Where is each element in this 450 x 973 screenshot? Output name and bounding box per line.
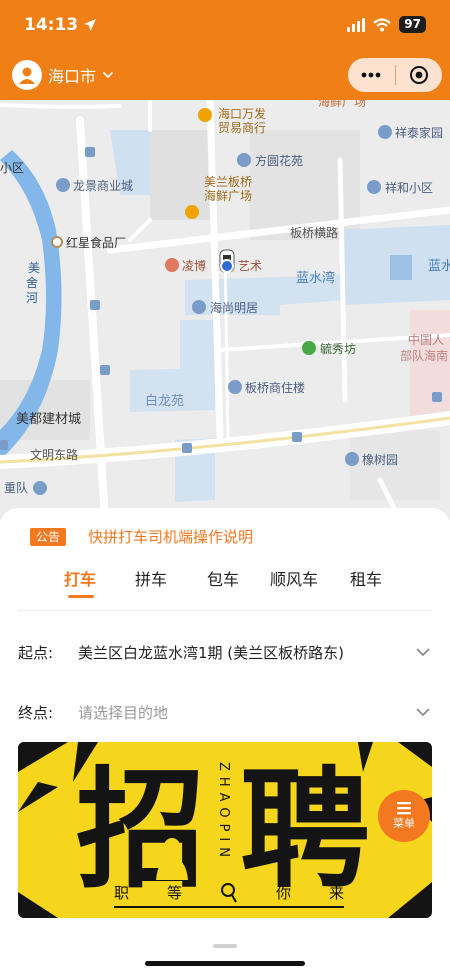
slogan-char: 职 (114, 884, 130, 902)
menu-label[interactable]: 菜单 (393, 815, 415, 831)
menu-lines-icon[interactable] (396, 801, 412, 815)
more-button[interactable] (348, 58, 395, 92)
end-label: 终点: (18, 703, 54, 722)
map-label: 蓝水湾 (296, 270, 335, 286)
app-header: 14:13 97 海口市 (0, 0, 450, 100)
map-label: 板桥商住楼 (245, 380, 305, 395)
announcement-text[interactable]: 快拼打车司机端操作说明 (88, 526, 253, 547)
map-view[interactable]: 海鲜广场 祥泰家园 海口万发 贸易商行 小区 方圆花苑 龙景商业城 祥和小区 美… (0, 100, 450, 520)
tab-taxi[interactable]: 打车 (64, 566, 96, 590)
map-label: 贸易商行 (218, 120, 266, 135)
map-label: 海尚明居 (210, 300, 258, 315)
target-close-icon[interactable] (409, 65, 429, 85)
slogan-char: 你 (275, 884, 291, 902)
slogan-char: 等 (167, 884, 183, 902)
map-canvas[interactable]: 海鲜广场 祥泰家园 海口万发 贸易商行 小区 方圆花苑 龙景商业城 祥和小区 美… (0, 100, 450, 520)
tab-carpool[interactable]: 拼车 (135, 566, 167, 590)
user-avatar-icon[interactable] (12, 60, 42, 90)
map-label: 板桥横路 (290, 225, 338, 240)
map-label: 文明东路 (30, 447, 78, 462)
map-label: 毓秀坊 (320, 341, 356, 356)
tabs-divider (18, 610, 432, 611)
map-label: 美都建材城 (16, 412, 81, 427)
person-silhouette-icon (156, 838, 188, 880)
status-indicators: 97 (347, 16, 426, 33)
active-tab-indicator (68, 595, 94, 598)
recruitment-banner[interactable]: 招 聘 ZHAOPIN 职 等 你 来 菜单 (18, 742, 432, 918)
tab-ride-share[interactable]: 顺风车 (270, 566, 318, 590)
banner-slogan: 职 等 你 来 (114, 882, 344, 908)
banner-pinyin: ZHAOPIN (216, 762, 231, 863)
map-label: 重队 (4, 480, 28, 495)
map-label: 方圆花苑 (255, 153, 303, 168)
clock-text: 14:13 (24, 15, 79, 35)
menu-button[interactable]: 菜单 (378, 790, 430, 842)
start-point-field[interactable]: 起点: 美兰区白龙蓝水湾1期 (美兰区板桥路东) (18, 636, 432, 668)
map-label: 海口万发 (218, 106, 266, 121)
announcement-badge: 公告 (30, 527, 67, 546)
map-label: 凌博 (182, 258, 206, 273)
end-placeholder[interactable]: 请选择目的地 (78, 702, 414, 723)
map-label: 海鲜广场 (318, 100, 366, 109)
signal-icon (347, 17, 366, 32)
service-tabs: 打车 拼车 包车 顺风车 租车 (0, 566, 450, 612)
miniprogram-capsule (348, 58, 442, 92)
magnifier-icon (220, 882, 238, 908)
map-label: 祥泰家园 (395, 125, 443, 140)
slogan-char: 来 (328, 884, 344, 902)
tab-charter[interactable]: 包车 (207, 566, 239, 590)
map-label: 舍 (26, 275, 38, 290)
map-label: 红星食品厂 (66, 235, 126, 250)
map-label: 祥和小区 (385, 181, 433, 195)
map-label: 艺术 (238, 259, 262, 273)
end-point-field[interactable]: 终点: 请选择目的地 (18, 696, 432, 728)
booking-panel: 公告 快拼打车司机端操作说明 打车 拼车 包车 顺风车 租车 起点: 美兰区白龙… (0, 508, 450, 973)
map-label: 橡树园 (362, 452, 398, 467)
map-label: 海鲜广场 (204, 188, 252, 203)
tab-rental[interactable]: 租车 (350, 566, 382, 590)
city-selector[interactable]: 海口市 (12, 60, 114, 90)
chevron-down-icon[interactable] (414, 643, 432, 661)
more-dots-icon[interactable] (361, 72, 381, 78)
car-location-marker[interactable] (219, 249, 235, 273)
panel-drag-handle[interactable] (213, 944, 237, 948)
map-label: 中国人 (408, 332, 444, 347)
map-label: 白龙苑 (145, 393, 184, 409)
map-label: 小区 (0, 161, 24, 175)
city-name[interactable]: 海口市 (48, 63, 96, 87)
map-label: 河 (26, 291, 38, 305)
battery-indicator: 97 (399, 16, 426, 33)
announcement-bar[interactable]: 公告 快拼打车司机端操作说明 (30, 526, 253, 547)
close-button[interactable] (396, 58, 443, 92)
map-label: 美兰板桥 (204, 175, 252, 189)
map-label: 部队海南 (400, 348, 448, 363)
map-label: 龙景商业城 (73, 178, 133, 193)
wifi-icon (373, 17, 392, 31)
chevron-down-icon[interactable] (102, 69, 114, 81)
map-label: 美 (28, 261, 40, 275)
start-value[interactable]: 美兰区白龙蓝水湾1期 (美兰区板桥路东) (78, 642, 414, 663)
map-label: 蓝水 (428, 259, 450, 274)
location-arrow-icon (84, 19, 97, 31)
chevron-down-icon[interactable] (414, 703, 432, 721)
start-label: 起点: (18, 643, 54, 662)
slogan-underline (114, 906, 344, 908)
home-indicator (145, 961, 305, 966)
status-time: 14:13 (24, 15, 97, 35)
